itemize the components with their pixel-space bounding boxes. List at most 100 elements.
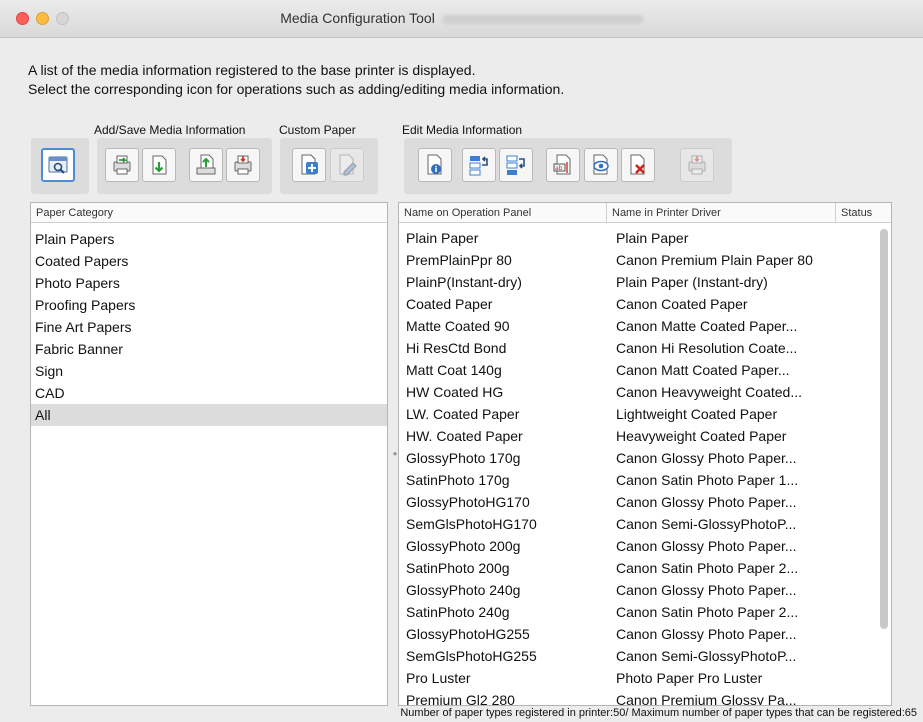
media-table-row[interactable]: SatinPhoto 240g Canon Satin Photo Paper 2… — [399, 601, 879, 623]
display-toggle-button[interactable] — [584, 148, 618, 182]
media-table-row[interactable]: GlossyPhoto 170g Canon Glossy Photo Paper… — [399, 447, 879, 469]
edit-custom-paper-button[interactable] — [330, 148, 364, 182]
category-item-label: Fabric Banner — [35, 341, 123, 357]
media-table-row[interactable]: Pro Luster Photo Paper Pro Luster — [399, 667, 879, 689]
search-printer-button[interactable] — [41, 148, 75, 182]
category-item-label: CAD — [35, 385, 65, 401]
paper-category-panel: Paper Category Plain Papers Coated Papers… — [30, 202, 388, 706]
operation-panel-name: GlossyPhoto 170g — [406, 450, 521, 466]
media-table-row[interactable]: Plain Paper Plain Paper — [399, 227, 879, 249]
operation-panel-name: HW. Coated Paper — [406, 428, 523, 444]
operation-panel-name: PremPlainPpr 80 — [406, 252, 512, 268]
window-title: Media Configuration Tool — [0, 10, 923, 26]
category-item-label: Sign — [35, 363, 64, 379]
rename-icon: ab — [553, 154, 571, 175]
operation-panel-name: GlossyPhoto 240g — [406, 582, 521, 598]
move-down-button[interactable] — [499, 148, 533, 182]
media-table-row[interactable]: SemGlsPhotoHG170 Canon Semi-GlossyPhotoP.… — [399, 513, 879, 535]
media-table-row[interactable]: SatinPhoto 170g Canon Satin Photo Paper 1… — [399, 469, 879, 491]
add-custom-paper-button[interactable] — [292, 148, 326, 182]
printer-driver-name: Canon Satin Photo Paper 2... — [616, 604, 799, 620]
media-table-row[interactable]: HW Coated HG Canon Heavyweight Coated... — [399, 381, 879, 403]
category-item[interactable]: Fine Art Papers — [31, 316, 387, 338]
category-item[interactable]: Proofing Papers — [31, 294, 387, 316]
media-table-row[interactable]: HW. Coated Paper Heavyweight Coated Paper — [399, 425, 879, 447]
media-table-row[interactable]: PlainP(Instant-dry) Plain Paper (Instant-… — [399, 271, 879, 293]
paper-category-header[interactable]: Paper Category — [31, 203, 387, 223]
operation-panel-name: SemGlsPhotoHG170 — [406, 516, 537, 532]
printer-driver-name: Canon Satin Photo Paper 1... — [616, 472, 799, 488]
media-table-row[interactable]: Hi ResCtd Bond Canon Hi Resolution Coate.… — [399, 337, 879, 359]
operation-panel-name: Pro Luster — [406, 670, 471, 686]
search-printer-icon — [48, 156, 68, 174]
move-up-button[interactable] — [462, 148, 496, 182]
operation-panel-name: GlossyPhotoHG170 — [406, 494, 530, 510]
svg-text:ab: ab — [555, 165, 563, 172]
category-item[interactable]: CAD — [31, 382, 387, 404]
printer-driver-name: Lightweight Coated Paper — [616, 406, 778, 422]
printer-driver-name: Canon Semi-GlossyPhotoP... — [616, 648, 797, 664]
media-info-button[interactable] — [418, 148, 452, 182]
printer-driver-name: Canon Glossy Photo Paper... — [616, 538, 797, 554]
move-down-icon — [506, 155, 525, 175]
printer-driver-name: Canon Premium Glossy Pa... — [616, 692, 797, 706]
download-media-button[interactable] — [142, 148, 176, 182]
category-item[interactable]: Sign — [31, 360, 387, 382]
operation-panel-name: SatinPhoto 240g — [406, 604, 510, 620]
import-media-icon — [113, 155, 131, 175]
operation-panel-name: GlossyPhotoHG255 — [406, 626, 530, 642]
category-item[interactable]: Fabric Banner — [31, 338, 387, 360]
media-table-row[interactable]: SemGlsPhotoHG255 Canon Semi-GlossyPhotoP.… — [399, 645, 879, 667]
status-bar-text: Number of paper types registered in prin… — [400, 707, 917, 719]
media-table-row[interactable]: Matt Coat 140g Canon Matt Coated Paper... — [399, 359, 879, 381]
add-save-toolbar-group — [97, 138, 272, 194]
description-line-1: A list of the media information register… — [28, 62, 476, 78]
media-table-row[interactable]: LW. Coated Paper Lightweight Coated Paper — [399, 403, 879, 425]
media-table-row[interactable]: Matte Coated 90 Canon Matte Coated Paper.… — [399, 315, 879, 337]
title-bar: Media Configuration Tool — [0, 0, 923, 38]
printer-driver-name: Canon Glossy Photo Paper... — [616, 494, 797, 510]
column-header-operation-panel[interactable]: Name on Operation Panel — [399, 203, 607, 223]
column-header-printer-driver[interactable]: Name in Printer Driver — [607, 203, 836, 223]
media-table-row[interactable]: GlossyPhotoHG170 Canon Glossy Photo Paper… — [399, 491, 879, 513]
export-media-icon — [234, 155, 252, 175]
description-line-2: Select the corresponding icon for operat… — [28, 81, 565, 97]
media-table-row[interactable]: Coated Paper Canon Coated Paper — [399, 293, 879, 315]
printer-driver-name: Canon Matt Coated Paper... — [616, 362, 790, 378]
media-table-row[interactable]: SatinPhoto 200g Canon Satin Photo Paper 2… — [399, 557, 879, 579]
media-table-row[interactable]: GlossyPhoto 240g Canon Glossy Photo Paper… — [399, 579, 879, 601]
media-list-panel: Name on Operation Panel Name in Printer … — [398, 202, 892, 706]
category-item-label: Coated Papers — [35, 253, 129, 269]
redacted-printer-info — [442, 14, 643, 24]
export-media-button[interactable] — [226, 148, 260, 182]
import-media-button[interactable] — [105, 148, 139, 182]
printer-driver-name: Canon Heavyweight Coated... — [616, 384, 802, 400]
column-header-status[interactable]: Status — [836, 203, 891, 223]
operation-panel-name: SatinPhoto 170g — [406, 472, 510, 488]
category-item[interactable]: Plain Papers — [31, 228, 387, 250]
operation-panel-name: Coated Paper — [406, 296, 493, 312]
save-media-icon — [196, 154, 216, 175]
category-item[interactable]: Coated Papers — [31, 250, 387, 272]
add-custom-paper-icon — [301, 154, 318, 175]
printer-driver-name: Plain Paper — [616, 230, 689, 246]
printer-driver-name: Canon Matte Coated Paper... — [616, 318, 798, 334]
printer-update-button[interactable] — [680, 148, 714, 182]
save-media-button[interactable] — [189, 148, 223, 182]
description: A list of the media information register… — [28, 61, 564, 99]
printer-driver-name: Canon Hi Resolution Coate... — [616, 340, 798, 356]
rename-media-button[interactable]: ab — [546, 148, 580, 182]
vertical-scrollbar[interactable] — [880, 229, 888, 629]
media-table-row[interactable]: GlossyPhotoHG255 Canon Glossy Photo Paper… — [399, 623, 879, 645]
operation-panel-name: GlossyPhoto 200g — [406, 538, 521, 554]
printer-driver-name: Canon Glossy Photo Paper... — [616, 450, 797, 466]
media-table-row[interactable]: GlossyPhoto 200g Canon Glossy Photo Paper… — [399, 535, 879, 557]
media-table-row[interactable]: PremPlainPpr 80 Canon Premium Plain Paper… — [399, 249, 879, 271]
operation-panel-name: SatinPhoto 200g — [406, 560, 510, 576]
media-table-row[interactable]: Premium Gl2 280 Canon Premium Glossy Pa..… — [399, 689, 879, 706]
printer-update-icon — [688, 155, 706, 175]
delete-media-button[interactable] — [621, 148, 655, 182]
category-item[interactable]: All — [31, 404, 387, 426]
category-item[interactable]: Photo Papers — [31, 272, 387, 294]
printer-driver-name: Canon Glossy Photo Paper... — [616, 582, 797, 598]
